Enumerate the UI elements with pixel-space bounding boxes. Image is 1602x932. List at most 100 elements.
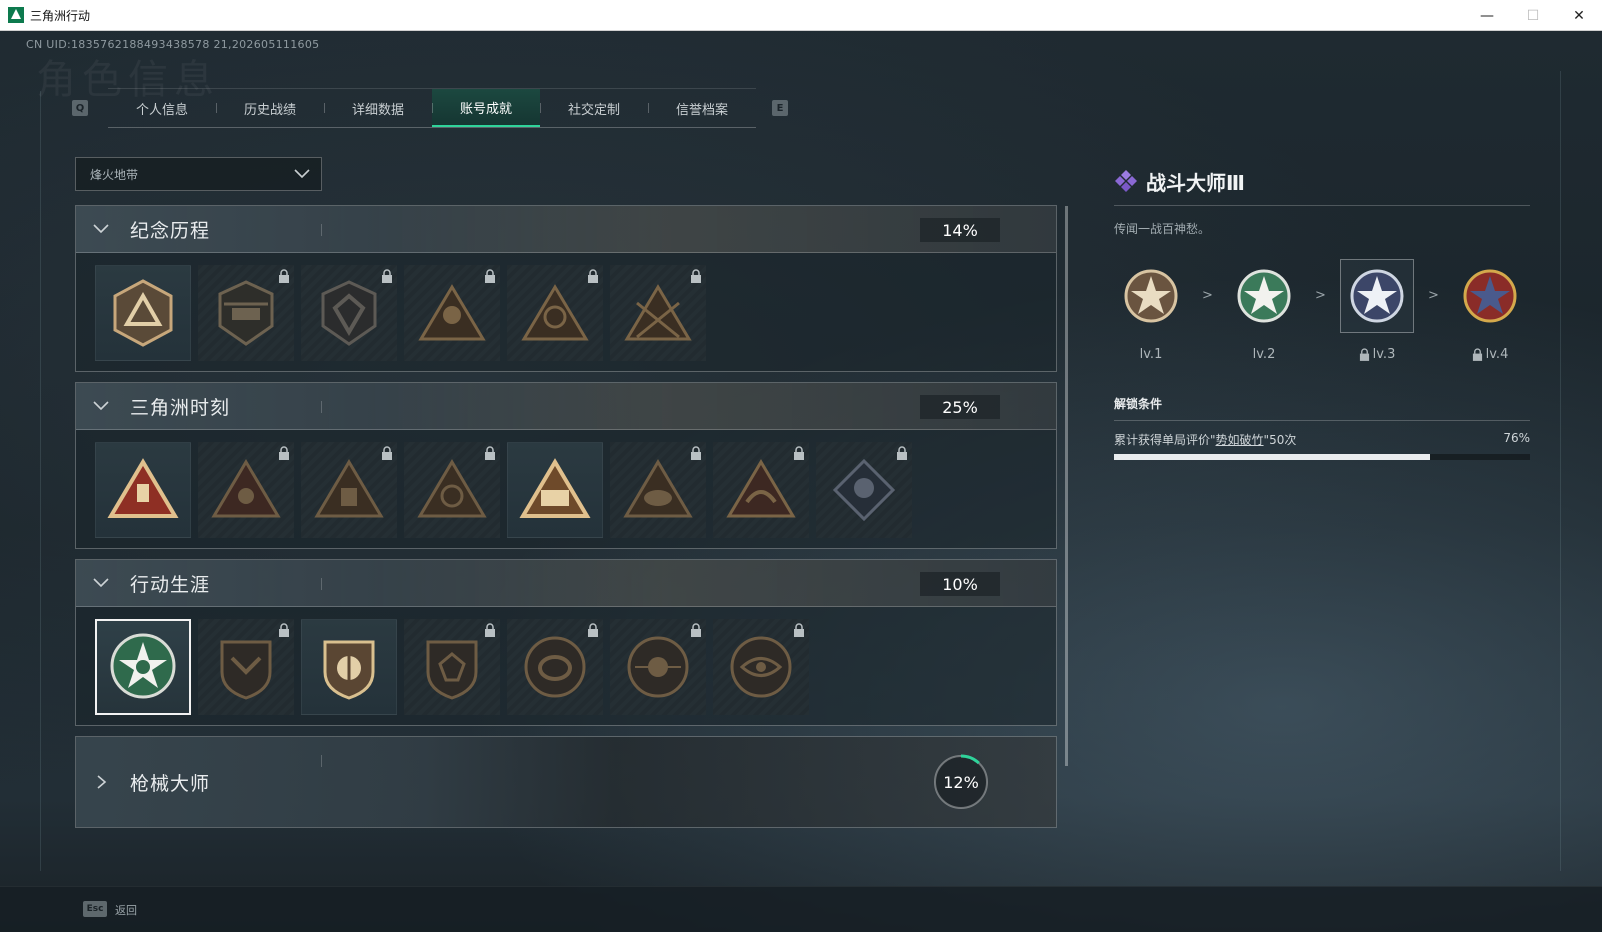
achievement-section: 行动生涯 10%: [75, 559, 1057, 726]
badge-diamond-rose[interactable]: [816, 442, 912, 538]
level-arrow: >: [1428, 288, 1439, 303]
achievement-list: 纪念历程 14% 三角洲时刻 25% 行动生涯 10% 枪械大师 12%: [75, 205, 1057, 838]
badge-triangle-sitting-figure[interactable]: [301, 442, 397, 538]
badge-round-helmet[interactable]: [507, 619, 603, 715]
lock-icon: [485, 269, 495, 283]
tab-history[interactable]: 历史战绩: [216, 89, 324, 127]
level-medal: [1114, 259, 1188, 333]
section-header[interactable]: 枪械大师 12%: [76, 737, 1056, 827]
next-tab-key[interactable]: E: [772, 100, 788, 116]
badge-operator-portrait[interactable]: [507, 265, 603, 361]
close-button[interactable]: ✕: [1556, 0, 1602, 31]
level-item[interactable]: lv.3: [1340, 259, 1414, 369]
badge-triangle-squad[interactable]: [507, 442, 603, 538]
badge-shield-crest[interactable]: [301, 265, 397, 361]
lock-icon: [279, 269, 289, 283]
tab-personal-info[interactable]: 个人信息: [108, 89, 216, 127]
section-percent: 14%: [920, 218, 1000, 242]
round-eye-icon: [730, 636, 792, 698]
level-item[interactable]: lv.2: [1227, 259, 1301, 369]
window-title: 三角洲行动: [30, 8, 91, 23]
badge-green-star-medal[interactable]: [95, 619, 191, 715]
operator-portrait-icon: [521, 284, 589, 341]
lock-icon: [485, 623, 495, 637]
maximize-button[interactable]: ☐: [1510, 0, 1556, 31]
triangle-hands-icon: [417, 459, 487, 518]
condition-suffix: "50次: [1263, 433, 1297, 447]
list-scrollbar[interactable]: [1065, 206, 1068, 766]
detail-description: 传闻一战百神愁。: [1114, 222, 1211, 236]
badge-crossed-blades[interactable]: [610, 265, 706, 361]
tab-achievements[interactable]: 账号成就: [432, 89, 540, 127]
badge-shield-wings[interactable]: [198, 619, 294, 715]
chevron-down-icon: [93, 578, 109, 588]
condition-highlight-link[interactable]: 势如破竹: [1216, 433, 1264, 447]
level-track: lv.1 > lv.2 > lv.3 > lv.4: [1114, 259, 1530, 369]
unlock-condition: 累计获得单局评价"势如破竹"50次 76%: [1114, 431, 1530, 448]
level-label-text: lv.4: [1485, 347, 1509, 362]
level-label-text: lv.1: [1139, 347, 1163, 362]
bottom-bar: Esc 返回: [0, 886, 1602, 932]
section-header[interactable]: 纪念历程 14%: [76, 206, 1056, 253]
tab-list: 个人信息 历史战绩 详细数据 账号成就 社交定制 信誉档案: [108, 88, 756, 128]
badge-round-target[interactable]: [610, 619, 706, 715]
badge-shield-gem[interactable]: [404, 619, 500, 715]
achievement-section: 枪械大师 12%: [75, 736, 1057, 828]
section-divider: [321, 755, 322, 767]
section-header[interactable]: 行动生涯 10%: [76, 560, 1056, 607]
badge-shield-split[interactable]: [301, 619, 397, 715]
badge-row: [76, 430, 1056, 548]
mode-select-value: 烽火地带: [90, 167, 139, 182]
lock-icon: [1472, 348, 1482, 361]
section-title: 枪械大师: [130, 772, 211, 795]
badge-triangle-hands[interactable]: [404, 442, 500, 538]
mode-select[interactable]: 烽火地带: [75, 157, 322, 191]
lock-icon: [794, 446, 804, 460]
minimize-button[interactable]: —: [1464, 0, 1510, 31]
lock-icon: [382, 269, 392, 283]
level-item[interactable]: lv.4: [1453, 259, 1527, 369]
prev-tab-key[interactable]: Q: [72, 100, 88, 116]
shield-crest-icon: [321, 280, 377, 346]
chevron-down-icon: [294, 169, 310, 179]
round-target-icon: [627, 636, 689, 698]
badge-triangle-dragon[interactable]: [713, 442, 809, 538]
badge-red-triangle-figure[interactable]: [198, 442, 294, 538]
unlock-condition-percent: 76%: [1503, 431, 1530, 445]
section-header[interactable]: 三角洲时刻 25%: [76, 383, 1056, 430]
badge-red-triangle-usb[interactable]: [95, 442, 191, 538]
unlock-progress-fill: [1114, 454, 1431, 460]
unlock-condition-title: 解锁条件: [1114, 395, 1530, 421]
star-medal-icon: [1463, 269, 1517, 323]
esc-key-hint[interactable]: Esc: [83, 901, 107, 917]
level-item[interactable]: lv.1: [1114, 259, 1188, 369]
triangle-sitting-figure-icon: [314, 459, 384, 518]
app-logo-icon: [8, 7, 24, 23]
section-divider: [321, 578, 322, 590]
badge-triangle-beast[interactable]: [610, 442, 706, 538]
section-percent: 25%: [920, 395, 1000, 419]
tab-detailed-data[interactable]: 详细数据: [324, 89, 432, 127]
star-medal-icon: [1237, 269, 1291, 323]
shield-split-icon: [323, 640, 375, 700]
back-label[interactable]: 返回: [115, 902, 137, 918]
badge-row: [76, 607, 1056, 725]
tab-reputation[interactable]: 信誉档案: [648, 89, 756, 127]
soldier-triangle-icon: [418, 284, 486, 341]
red-triangle-usb-icon: [107, 458, 179, 518]
badge-soldier-triangle[interactable]: [404, 265, 500, 361]
badge-triangle-emblem[interactable]: [95, 265, 191, 361]
window-controls: — ☐ ✕: [1464, 0, 1602, 31]
helicopter-shield-icon: [218, 280, 274, 346]
section-divider: [321, 401, 322, 413]
lock-icon: [279, 623, 289, 637]
crossed-blades-icon: [624, 284, 692, 341]
badge-helicopter[interactable]: [198, 265, 294, 361]
badge-row: [76, 253, 1056, 371]
level-medal: [1453, 259, 1527, 333]
tab-social[interactable]: 社交定制: [540, 89, 648, 127]
chevron-right-icon: [97, 775, 107, 789]
game-screen: CN UID:1835762188493438578 21,2026051116…: [0, 31, 1602, 932]
detail-title: 战斗大师Ⅲ: [1146, 170, 1245, 195]
badge-round-eye[interactable]: [713, 619, 809, 715]
